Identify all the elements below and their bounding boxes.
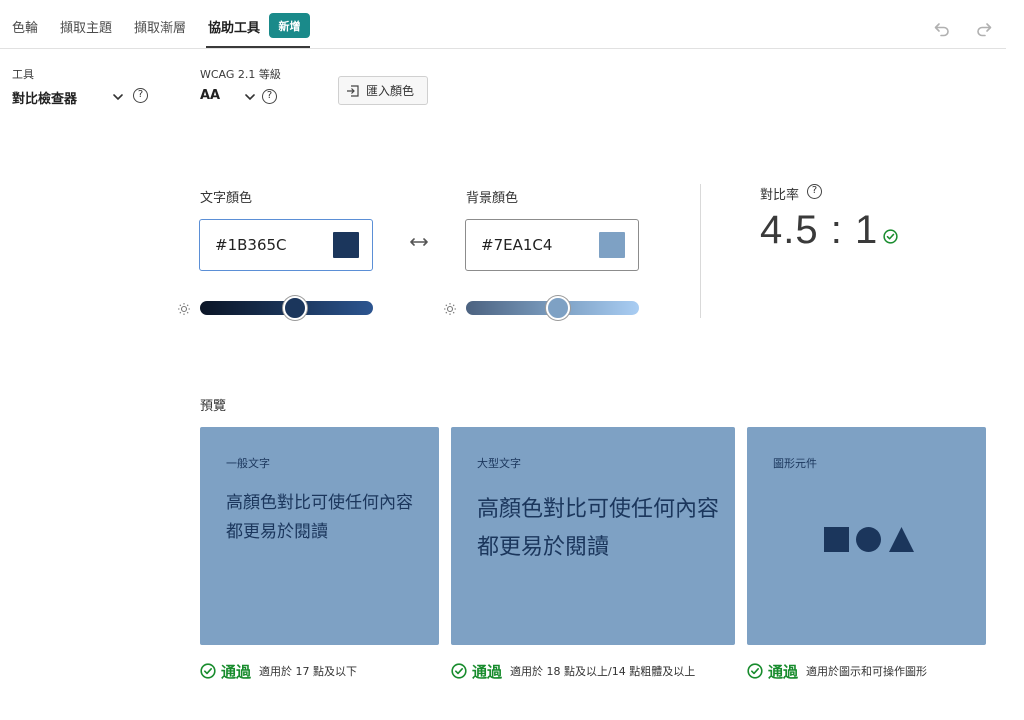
background-brightness-thumb[interactable]	[545, 296, 570, 320]
triangle-icon	[889, 527, 914, 552]
tab-accessibility-tools[interactable]: 協助工具	[208, 17, 260, 36]
check-circle-icon	[747, 663, 763, 679]
import-colors-button[interactable]: 匯入顏色	[338, 76, 428, 105]
tab-extract-gradient[interactable]: 擷取漸層	[134, 17, 186, 36]
text-color-input[interactable]: #1B365C	[199, 219, 373, 271]
wcag-label: WCAG 2.1 等級	[200, 68, 281, 81]
undo-icon[interactable]	[933, 20, 951, 38]
preview-card-large-text: 大型文字 高顏色對比可使任何內容都更易於閱讀	[451, 427, 735, 645]
tool-select[interactable]: 對比檢查器	[12, 88, 77, 107]
background-color-hex: #7EA1C4	[481, 236, 553, 254]
preview-title: 預覽	[200, 399, 227, 414]
result-large-text: 通過 適用於 18 點及以上/14 點粗體及以上	[451, 662, 696, 681]
background-color-label: 背景顏色	[466, 191, 519, 206]
result-graphics: 通過 適用於圖示和可操作圖形	[747, 662, 928, 681]
background-color-swatch[interactable]	[599, 232, 625, 258]
contrast-ratio-label: 對比率	[760, 188, 800, 203]
card-title: 圖形元件	[773, 457, 817, 470]
tab-extract-theme[interactable]: 擷取主題	[60, 17, 112, 36]
card-title: 大型文字	[477, 457, 521, 470]
card-title: 一般文字	[226, 457, 270, 470]
check-circle-icon	[200, 663, 216, 679]
check-circle-icon	[883, 229, 898, 244]
sample-shapes	[824, 527, 914, 552]
pass-status: 通過	[221, 662, 252, 681]
new-badge: 新增	[269, 13, 310, 38]
tab-bar: 色輪 擷取主題 擷取漸層 協助工具 新增	[0, 0, 1006, 49]
check-circle-icon	[451, 663, 467, 679]
tool-label: 工具	[12, 68, 34, 81]
result-description: 適用於圖示和可操作圖形	[806, 665, 928, 678]
contrast-ratio-value: 4.5 : 1	[760, 208, 879, 252]
import-colors-label: 匯入顏色	[366, 84, 415, 98]
swap-colors-icon[interactable]	[410, 236, 428, 248]
result-normal-text: 通過 適用於 17 點及以下	[200, 662, 358, 681]
result-description: 適用於 17 點及以下	[259, 665, 358, 678]
text-color-swatch[interactable]	[333, 232, 359, 258]
result-description: 適用於 18 點及以上/14 點粗體及以上	[510, 665, 696, 678]
text-brightness-thumb[interactable]	[283, 296, 308, 320]
text-color-hex: #1B365C	[215, 236, 287, 254]
chevron-down-icon[interactable]	[244, 91, 256, 103]
circle-icon	[856, 527, 881, 552]
brightness-icon	[178, 303, 190, 315]
brightness-icon	[444, 303, 456, 315]
sample-text-normal: 高顏色對比可使任何內容都更易於閱讀	[226, 493, 413, 542]
help-icon[interactable]: ?	[133, 88, 148, 103]
background-color-input[interactable]: #7EA1C4	[465, 219, 639, 271]
active-tab-indicator	[206, 46, 310, 48]
tab-color-wheel[interactable]: 色輪	[12, 17, 38, 36]
chevron-down-icon[interactable]	[112, 91, 124, 103]
pass-status: 通過	[768, 662, 799, 681]
wcag-level-select[interactable]: AA	[200, 88, 220, 103]
square-icon	[824, 527, 849, 552]
help-icon[interactable]: ?	[262, 89, 277, 104]
preview-card-graphics: 圖形元件	[747, 427, 986, 645]
preview-card-normal-text: 一般文字 高顏色對比可使任何內容都更易於閱讀	[200, 427, 439, 645]
help-icon[interactable]: ?	[807, 184, 822, 199]
redo-icon[interactable]	[975, 20, 993, 38]
pass-status: 通過	[472, 662, 503, 681]
sample-text-large: 高顏色對比可使任何內容都更易於閱讀	[477, 497, 720, 560]
vertical-divider	[700, 184, 701, 318]
text-color-label: 文字顏色	[200, 191, 253, 206]
import-icon	[347, 84, 359, 97]
